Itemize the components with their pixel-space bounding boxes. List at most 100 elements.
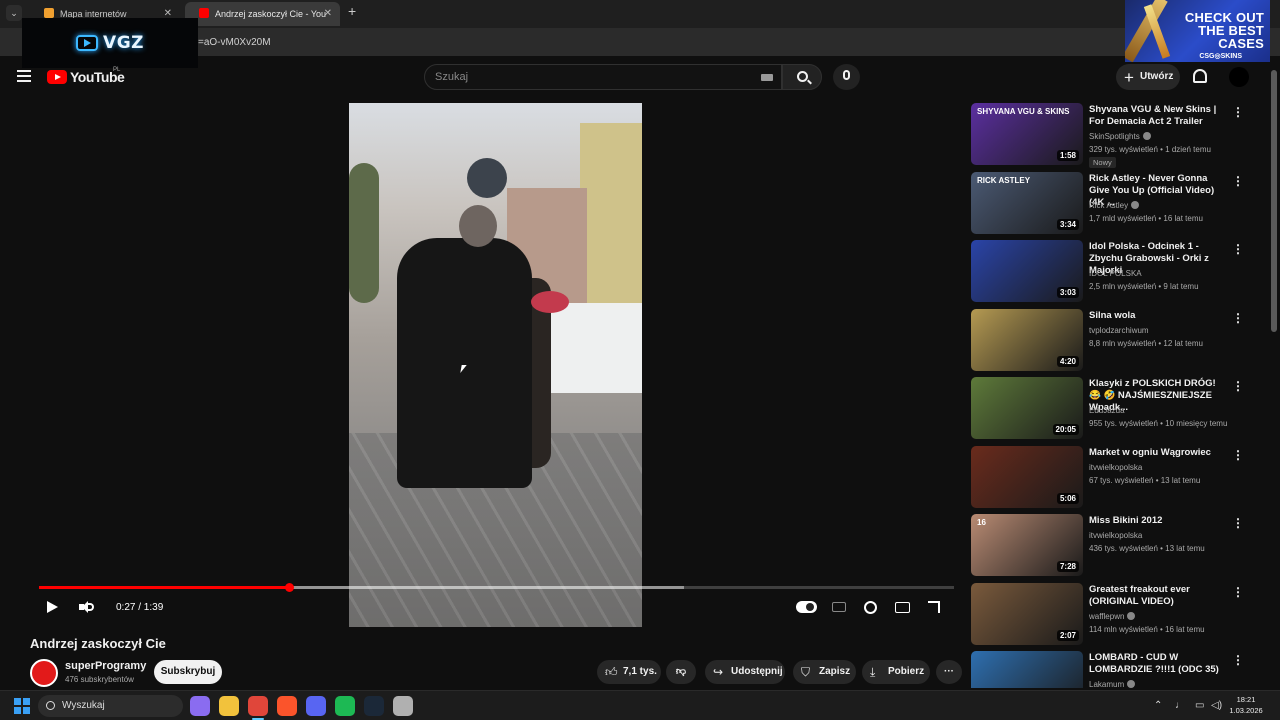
video-title: Andrzej zaskoczył Cie	[30, 636, 166, 651]
brave-icon[interactable]	[277, 696, 297, 716]
fullscreen-icon[interactable]	[928, 601, 940, 613]
system-clock[interactable]: 18:21 1.03.2026	[1226, 694, 1266, 716]
dislike-button[interactable]: 👎︎	[666, 660, 696, 684]
tab-youtube[interactable]: Andrzej zaskoczył Cie - You ✕	[185, 2, 340, 26]
more-options-icon[interactable]: ⋮	[1232, 585, 1244, 599]
recommendation-channel[interactable]: Rick Astley	[1089, 201, 1140, 210]
create-button[interactable]: + Utwórz	[1116, 64, 1180, 90]
subscribe-button[interactable]: Subskrybuj	[154, 660, 222, 684]
youtube-favicon-icon	[199, 8, 209, 18]
settings-gear-icon[interactable]	[864, 601, 877, 614]
duration-badge: 7:28	[1056, 561, 1079, 572]
more-options-icon[interactable]: ⋮	[1232, 379, 1244, 393]
more-options-icon[interactable]: ⋮	[1232, 174, 1244, 188]
search-icon	[797, 71, 808, 82]
play-icon[interactable]	[47, 601, 58, 613]
recommendation-item[interactable]: 2:07 Greatest freakout ever (ORIGINAL VID…	[970, 583, 1250, 645]
ad-banner[interactable]: CHECK OUT THE BEST CASES CSG◎SKINS	[1125, 0, 1270, 62]
theater-mode-icon[interactable]	[895, 602, 910, 613]
recommendation-item[interactable]: 4:20 Silna wola tvplodzarchiwum 8,8 mln wyś…	[970, 309, 1250, 371]
autoplay-toggle[interactable]	[796, 601, 817, 613]
microphone-icon[interactable]: ♩	[1175, 700, 1185, 711]
account-avatar[interactable]	[1229, 67, 1249, 87]
video-frame[interactable]	[349, 103, 642, 627]
recommendation-channel[interactable]: SkinSpotlights	[1089, 132, 1151, 141]
recommendation-item[interactable]: 5:06 Market w ogniu Wągrowiec itvwielkopol…	[970, 446, 1250, 508]
recommendation-channel[interactable]: tvplodzarchiwum	[1089, 326, 1149, 335]
video-thumbnail[interactable]: 5:06	[971, 446, 1083, 508]
channel-avatar[interactable]	[30, 659, 58, 687]
channel-name[interactable]: superProgramy	[65, 660, 146, 672]
recommendation-item[interactable]: 3:03 Idol Polska - Odcinek 1 - Zbychu Gra…	[970, 240, 1250, 302]
recommendation-item[interactable]: LOMBARD - CUD W LOMBARDZIE ?!!!1 (ODC 35…	[970, 651, 1250, 688]
like-button[interactable]: 👍︎ 7,1 tys.	[597, 660, 661, 684]
more-options-icon[interactable]: ⋮	[1232, 653, 1244, 667]
more-options-icon[interactable]: ⋮	[1232, 311, 1244, 325]
more-options-icon[interactable]: ⋮	[1232, 448, 1244, 462]
more-actions-button[interactable]: ···	[936, 660, 962, 684]
more-options-icon[interactable]: ⋮	[1232, 516, 1244, 530]
recommendation-title[interactable]: Greatest freakout ever (ORIGINAL VIDEO)	[1089, 584, 1229, 608]
youtube-header: YouTube PL Szukaj + Utwórz	[0, 56, 1280, 98]
recommendation-title[interactable]: Market w ogniu Wągrowiec	[1089, 447, 1229, 459]
video-thumbnail[interactable]: RICK ASTLEY 3:34	[971, 172, 1083, 234]
save-button[interactable]: ⛉ Zapisz	[793, 660, 856, 684]
recommendation-title[interactable]: LOMBARD - CUD W LOMBARDZIE ?!!!1 (ODC 35…	[1089, 652, 1229, 676]
video-player[interactable]: 0:27 / 1:39	[30, 98, 960, 628]
scrollbar[interactable]	[1271, 70, 1277, 332]
recommendation-channel[interactable]: IDOL POLSKA	[1089, 269, 1142, 278]
recommendation-channel[interactable]: itvwielkopolska	[1089, 531, 1142, 540]
recommendation-item[interactable]: SHYVANA VGU & SKINS 1:58 Shyvana VGU & New…	[970, 103, 1250, 168]
video-thumbnail[interactable]: 4:20	[971, 309, 1083, 371]
network-icon[interactable]: ▭	[1195, 700, 1204, 711]
scrubber-handle[interactable]	[284, 583, 294, 592]
steam-icon[interactable]	[364, 696, 384, 716]
keyboard-icon[interactable]	[761, 74, 773, 81]
recommendation-title[interactable]: Silna wola	[1089, 310, 1229, 322]
more-options-icon[interactable]: ⋮	[1232, 105, 1244, 119]
more-options-icon[interactable]: ⋮	[1232, 242, 1244, 256]
search-input[interactable]: Szukaj	[424, 64, 782, 90]
video-thumbnail[interactable]	[971, 651, 1083, 688]
recommendation-channel[interactable]: Lakamum	[1089, 680, 1136, 688]
share-button[interactable]: ↪ Udostępnij	[705, 660, 785, 684]
speaker-icon[interactable]: ◁)	[1211, 700, 1222, 711]
discord-icon[interactable]	[306, 696, 326, 716]
recommendation-item[interactable]: 20:05 Klasyki z POLSKICH DRÓG! 😂 🤣 NAJŚMI…	[970, 377, 1250, 439]
download-button[interactable]: ⤓ Pobierz	[862, 660, 930, 684]
video-thumbnail[interactable]: 3:03	[971, 240, 1083, 302]
close-tab-icon[interactable]: ✕	[324, 2, 332, 26]
channel-name: wafflepwn	[1089, 612, 1125, 621]
menu-icon[interactable]	[17, 70, 31, 82]
taskbar-search-input[interactable]: Wyszukaj	[38, 695, 183, 717]
recommendation-item[interactable]: RICK ASTLEY 3:34 Rick Astley - Never Gonna…	[970, 172, 1250, 234]
search-button[interactable]	[782, 64, 822, 90]
create-label: Utwórz	[1140, 71, 1174, 82]
tab-search-button[interactable]: ⌄	[6, 5, 22, 21]
notifications-bell-icon[interactable]	[1193, 69, 1207, 83]
recommendation-channel[interactable]: EduJazda	[1089, 406, 1125, 415]
volume-icon[interactable]	[79, 601, 95, 613]
recommendation-title[interactable]: Miss Bikini 2012	[1089, 515, 1229, 527]
tray-chevron-icon[interactable]: ⌃	[1154, 700, 1162, 711]
video-thumbnail[interactable]: 2:07	[971, 583, 1083, 645]
chrome-icon[interactable]	[248, 696, 268, 716]
thumbnail-text: 16	[977, 518, 986, 527]
app-icon[interactable]	[393, 696, 413, 716]
spotify-icon[interactable]	[335, 696, 355, 716]
new-tab-button[interactable]: +	[348, 3, 356, 19]
recommendation-channel[interactable]: wafflepwn	[1089, 612, 1136, 621]
bookmark-icon: ⛉	[801, 665, 811, 679]
recommendation-channel[interactable]: itvwielkopolska	[1089, 463, 1142, 472]
explorer-icon[interactable]	[219, 696, 239, 716]
voice-search-button[interactable]	[833, 64, 860, 90]
recommendation-title[interactable]: Shyvana VGU & New Skins | For Demacia Ac…	[1089, 104, 1229, 128]
progress-bar[interactable]	[39, 583, 954, 592]
windows-start-icon[interactable]	[14, 698, 30, 714]
video-thumbnail[interactable]: 20:05	[971, 377, 1083, 439]
subtitles-icon[interactable]	[832, 602, 846, 612]
video-thumbnail[interactable]: SHYVANA VGU & SKINS 1:58	[971, 103, 1083, 165]
copilot-icon[interactable]	[190, 696, 210, 716]
recommendation-item[interactable]: 16 7:28 Miss Bikini 2012 itvwielkopolska 436…	[970, 514, 1250, 576]
video-thumbnail[interactable]: 16 7:28	[971, 514, 1083, 576]
